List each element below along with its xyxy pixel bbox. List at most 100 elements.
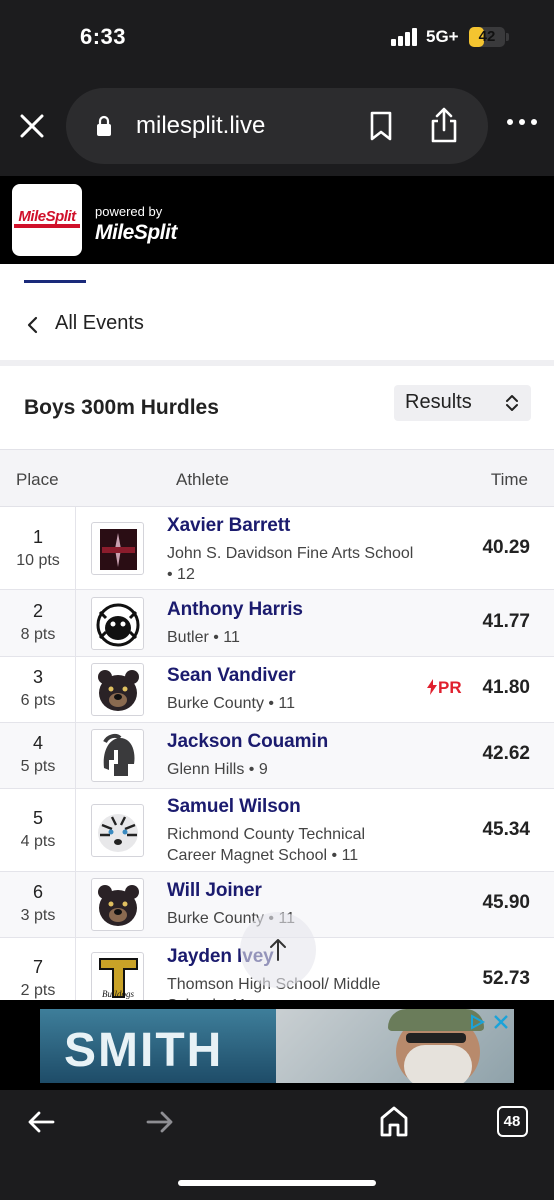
- home-indicator[interactable]: [178, 1180, 376, 1186]
- view-select-value: Results: [405, 391, 472, 413]
- pr-label: PR: [438, 678, 462, 697]
- milesplit-logo[interactable]: MileSplit: [12, 184, 82, 256]
- table-row[interactable]: 3 6 pts Sean Vandiver Burke County • 11 …: [0, 657, 554, 723]
- active-tab-indicator: [24, 280, 86, 283]
- ad-banner[interactable]: SMITH: [0, 1000, 554, 1090]
- adchoices-icon[interactable]: [468, 1013, 486, 1031]
- site-header: MileSplit powered by MileSplit: [0, 176, 554, 264]
- network-type: 5G+: [426, 27, 459, 46]
- athlete-name[interactable]: Samuel Wilson: [167, 796, 301, 818]
- browser-toolbar: milesplit.live: [0, 84, 554, 176]
- athlete-school: Butler • 11: [167, 629, 240, 646]
- place-number: 7: [32, 957, 43, 977]
- athlete-time: 45.90: [482, 892, 530, 913]
- athlete-time: 52.73: [482, 968, 530, 989]
- table-header: Place Athlete Time: [0, 449, 554, 507]
- place-number: 1: [32, 527, 43, 547]
- athlete-school: John S. Davidson Fine Arts School • 12: [167, 545, 414, 583]
- athlete-time: 45.34: [482, 819, 530, 840]
- place-number: 4: [32, 733, 43, 753]
- divider: [0, 360, 554, 366]
- battery-level: 42: [478, 28, 496, 45]
- scroll-to-top-button[interactable]: [240, 912, 316, 988]
- home-icon[interactable]: [378, 1104, 410, 1138]
- table-row[interactable]: 2 8 pts Anthony Harris Butler • 11 41.77: [0, 590, 554, 657]
- more-icon[interactable]: [504, 114, 540, 125]
- athlete-school: Richmond County Technical Career Magnet …: [167, 826, 366, 864]
- place-points: 6 pts: [20, 692, 56, 709]
- place-cell: 6 3 pts: [0, 872, 76, 937]
- header-place: Place: [16, 470, 59, 489]
- athlete-time: 42.62: [482, 743, 530, 764]
- table-row[interactable]: 5 4 pts Samuel Wilson Richmond County Te…: [0, 789, 554, 872]
- place-number: 3: [32, 667, 43, 687]
- results-page: All Events Boys 300m Hurdles Results Pla…: [0, 264, 554, 1000]
- thomson-logo: Bulldogs: [91, 952, 144, 1000]
- address-bar[interactable]: milesplit.live: [66, 88, 488, 164]
- event-title: Boys 300m Hurdles: [24, 396, 219, 419]
- url-text: milesplit.live: [136, 112, 266, 139]
- athlete-time: 41.77: [482, 611, 530, 632]
- share-icon[interactable]: [428, 106, 460, 144]
- place-number: 6: [32, 882, 43, 902]
- athlete-school: Glenn Hills • 9: [167, 761, 268, 778]
- athlete-name[interactable]: Xavier Barrett: [167, 515, 290, 537]
- status-bar: 6:33 5G+ 42: [0, 0, 554, 84]
- powered-by-label: powered by: [95, 204, 163, 219]
- header-time: Time: [490, 470, 528, 489]
- place-cell: 5 4 pts: [0, 789, 76, 871]
- browser-bottom-bar: 48: [0, 1090, 554, 1200]
- back-arrow-icon[interactable]: [26, 1108, 56, 1136]
- place-points: 2 pts: [20, 982, 56, 999]
- personal-record-badge: PR: [426, 678, 462, 698]
- header-athlete: Athlete: [176, 470, 229, 489]
- place-points: 8 pts: [20, 626, 56, 643]
- place-points: 3 pts: [20, 907, 56, 924]
- place-cell: 7 2 pts: [0, 938, 76, 1000]
- all-events-link[interactable]: All Events: [0, 292, 554, 360]
- athlete-name[interactable]: Sean Vandiver: [167, 665, 296, 687]
- bear-logo: [91, 663, 144, 716]
- battery-icon: 42: [469, 27, 505, 47]
- place-cell: 3 6 pts: [0, 657, 76, 722]
- place-points: 5 pts: [20, 758, 56, 775]
- table-row[interactable]: 4 5 pts Jackson Couamin Glenn Hills • 9 …: [0, 723, 554, 789]
- athlete-name[interactable]: Jackson Couamin: [167, 731, 328, 753]
- place-cell: 1 10 pts: [0, 507, 76, 589]
- clock: 6:33: [80, 24, 127, 49]
- table-row[interactable]: 1 10 pts Xavier Barrett John S. Davidson…: [0, 507, 554, 590]
- spartan-logo: [91, 729, 144, 782]
- forward-arrow-icon[interactable]: [145, 1108, 175, 1136]
- tabs-button[interactable]: 48: [497, 1106, 528, 1137]
- close-icon[interactable]: [14, 108, 50, 144]
- place-points: 4 pts: [20, 833, 56, 850]
- tiger-logo: [91, 804, 144, 857]
- athlete-name[interactable]: Will Joiner: [167, 880, 262, 902]
- arrow-up-icon: [270, 939, 286, 961]
- place-cell: 4 5 pts: [0, 723, 76, 788]
- all-events-label: All Events: [55, 312, 144, 334]
- athlete-school: Burke County • 11: [167, 695, 296, 712]
- view-select[interactable]: Results: [394, 385, 531, 421]
- bulldog-logo: [91, 597, 144, 650]
- brand-wordmark: MileSplit: [95, 221, 177, 244]
- chevron-updown-icon: [505, 393, 519, 413]
- ad-image[interactable]: SMITH: [40, 1009, 514, 1083]
- signal-icon: [391, 28, 419, 46]
- ad-close-icon[interactable]: [492, 1013, 510, 1031]
- chevron-left-icon: [24, 314, 42, 336]
- tabs-count: 48: [503, 1113, 521, 1130]
- lightning-icon: [427, 679, 437, 695]
- place-number: 5: [32, 808, 43, 828]
- place-cell: 2 8 pts: [0, 590, 76, 656]
- davidson-logo: [91, 522, 144, 575]
- place-points: 10 pts: [16, 552, 60, 569]
- bookmark-icon[interactable]: [368, 110, 394, 142]
- lock-icon: [94, 114, 114, 138]
- athlete-time: 40.29: [482, 537, 530, 558]
- bear-logo: [91, 878, 144, 931]
- place-number: 2: [32, 601, 43, 621]
- ad-text: SMITH: [64, 1024, 224, 1077]
- athlete-name[interactable]: Anthony Harris: [167, 599, 303, 621]
- athlete-time: 41.80: [482, 677, 530, 698]
